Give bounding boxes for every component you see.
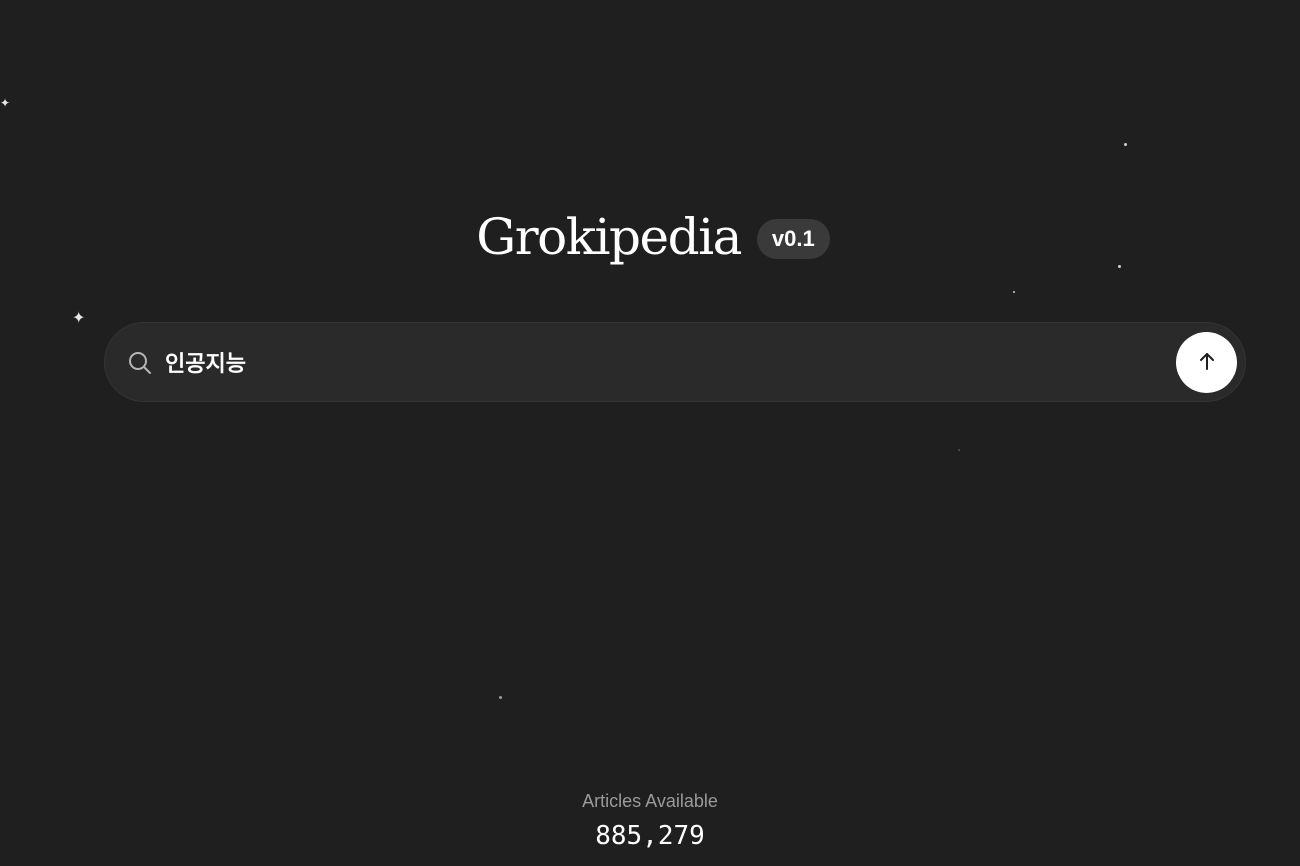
star-dot	[499, 696, 502, 699]
submit-search-button[interactable]	[1176, 332, 1237, 393]
search-icon	[127, 350, 153, 376]
search-input[interactable]	[165, 342, 1165, 382]
sparkle-star-icon: ✦	[72, 310, 86, 327]
sparkle-star-icon: ✦	[0, 96, 11, 110]
title-row: Grokipedia v0.1	[0, 204, 1300, 270]
version-badge: v0.1	[756, 219, 830, 259]
articles-count: 885,279	[595, 821, 705, 851]
star-dot	[1013, 291, 1015, 293]
site-title: Grokipedia	[476, 208, 742, 266]
arrow-up-icon	[1196, 350, 1218, 375]
articles-available-label: Articles Available	[582, 791, 718, 811]
search-bar[interactable]	[104, 322, 1246, 402]
article-stats: Articles Available 885,279	[0, 790, 1300, 852]
star-dot	[1124, 143, 1127, 146]
star-dot	[958, 449, 960, 451]
